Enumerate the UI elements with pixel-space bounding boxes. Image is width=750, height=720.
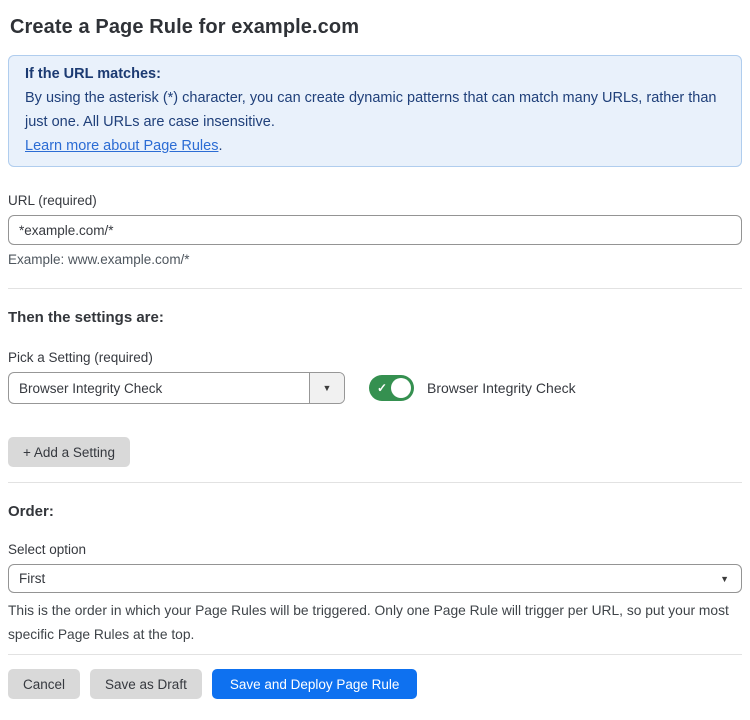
- order-select[interactable]: First ▼: [8, 564, 742, 593]
- chevron-down-icon: ▼: [323, 383, 332, 393]
- info-box-link-line: Learn more about Page Rules.: [25, 134, 725, 158]
- divider-after-url: [8, 288, 742, 289]
- url-example-helper: Example: www.example.com/*: [8, 252, 742, 267]
- cancel-button[interactable]: Cancel: [8, 669, 80, 699]
- url-match-info-box: If the URL matches: By using the asteris…: [8, 55, 742, 167]
- setting-row: Browser Integrity Check ▼ ✓ Browser Inte…: [8, 372, 742, 404]
- save-and-deploy-button[interactable]: Save and Deploy Page Rule: [212, 669, 418, 699]
- order-select-value: First: [19, 571, 45, 586]
- browser-integrity-toggle[interactable]: ✓: [369, 375, 414, 401]
- save-as-draft-button[interactable]: Save as Draft: [90, 669, 202, 699]
- check-icon: ✓: [377, 381, 387, 395]
- order-select-label: Select option: [8, 542, 742, 557]
- setting-select-arrow-button[interactable]: ▼: [309, 373, 344, 403]
- link-suffix: .: [218, 138, 222, 154]
- url-input[interactable]: [8, 215, 742, 245]
- order-helper-text: This is the order in which your Page Rul…: [8, 599, 740, 647]
- setting-select[interactable]: Browser Integrity Check ▼: [8, 372, 345, 404]
- toggle-knob: [391, 378, 411, 398]
- toggle-label: Browser Integrity Check: [427, 380, 576, 396]
- chevron-down-icon: ▼: [720, 574, 729, 584]
- learn-more-link[interactable]: Learn more about Page Rules: [25, 138, 218, 154]
- settings-section-heading: Then the settings are:: [8, 309, 742, 326]
- order-section-heading: Order:: [8, 503, 742, 520]
- add-setting-button[interactable]: + Add a Setting: [8, 437, 130, 467]
- url-field-label: URL (required): [8, 193, 742, 208]
- footer-actions: Cancel Save as Draft Save and Deploy Pag…: [8, 669, 742, 699]
- page-rule-form: Create a Page Rule for example.com If th…: [0, 0, 750, 699]
- pick-setting-label: Pick a Setting (required): [8, 350, 742, 365]
- divider-after-settings: [8, 482, 742, 483]
- divider-before-footer: [8, 654, 742, 655]
- info-box-heading: If the URL matches:: [25, 62, 725, 86]
- page-title: Create a Page Rule for example.com: [10, 16, 742, 39]
- info-box-body: By using the asterisk (*) character, you…: [25, 86, 725, 134]
- setting-select-value: Browser Integrity Check: [9, 373, 309, 403]
